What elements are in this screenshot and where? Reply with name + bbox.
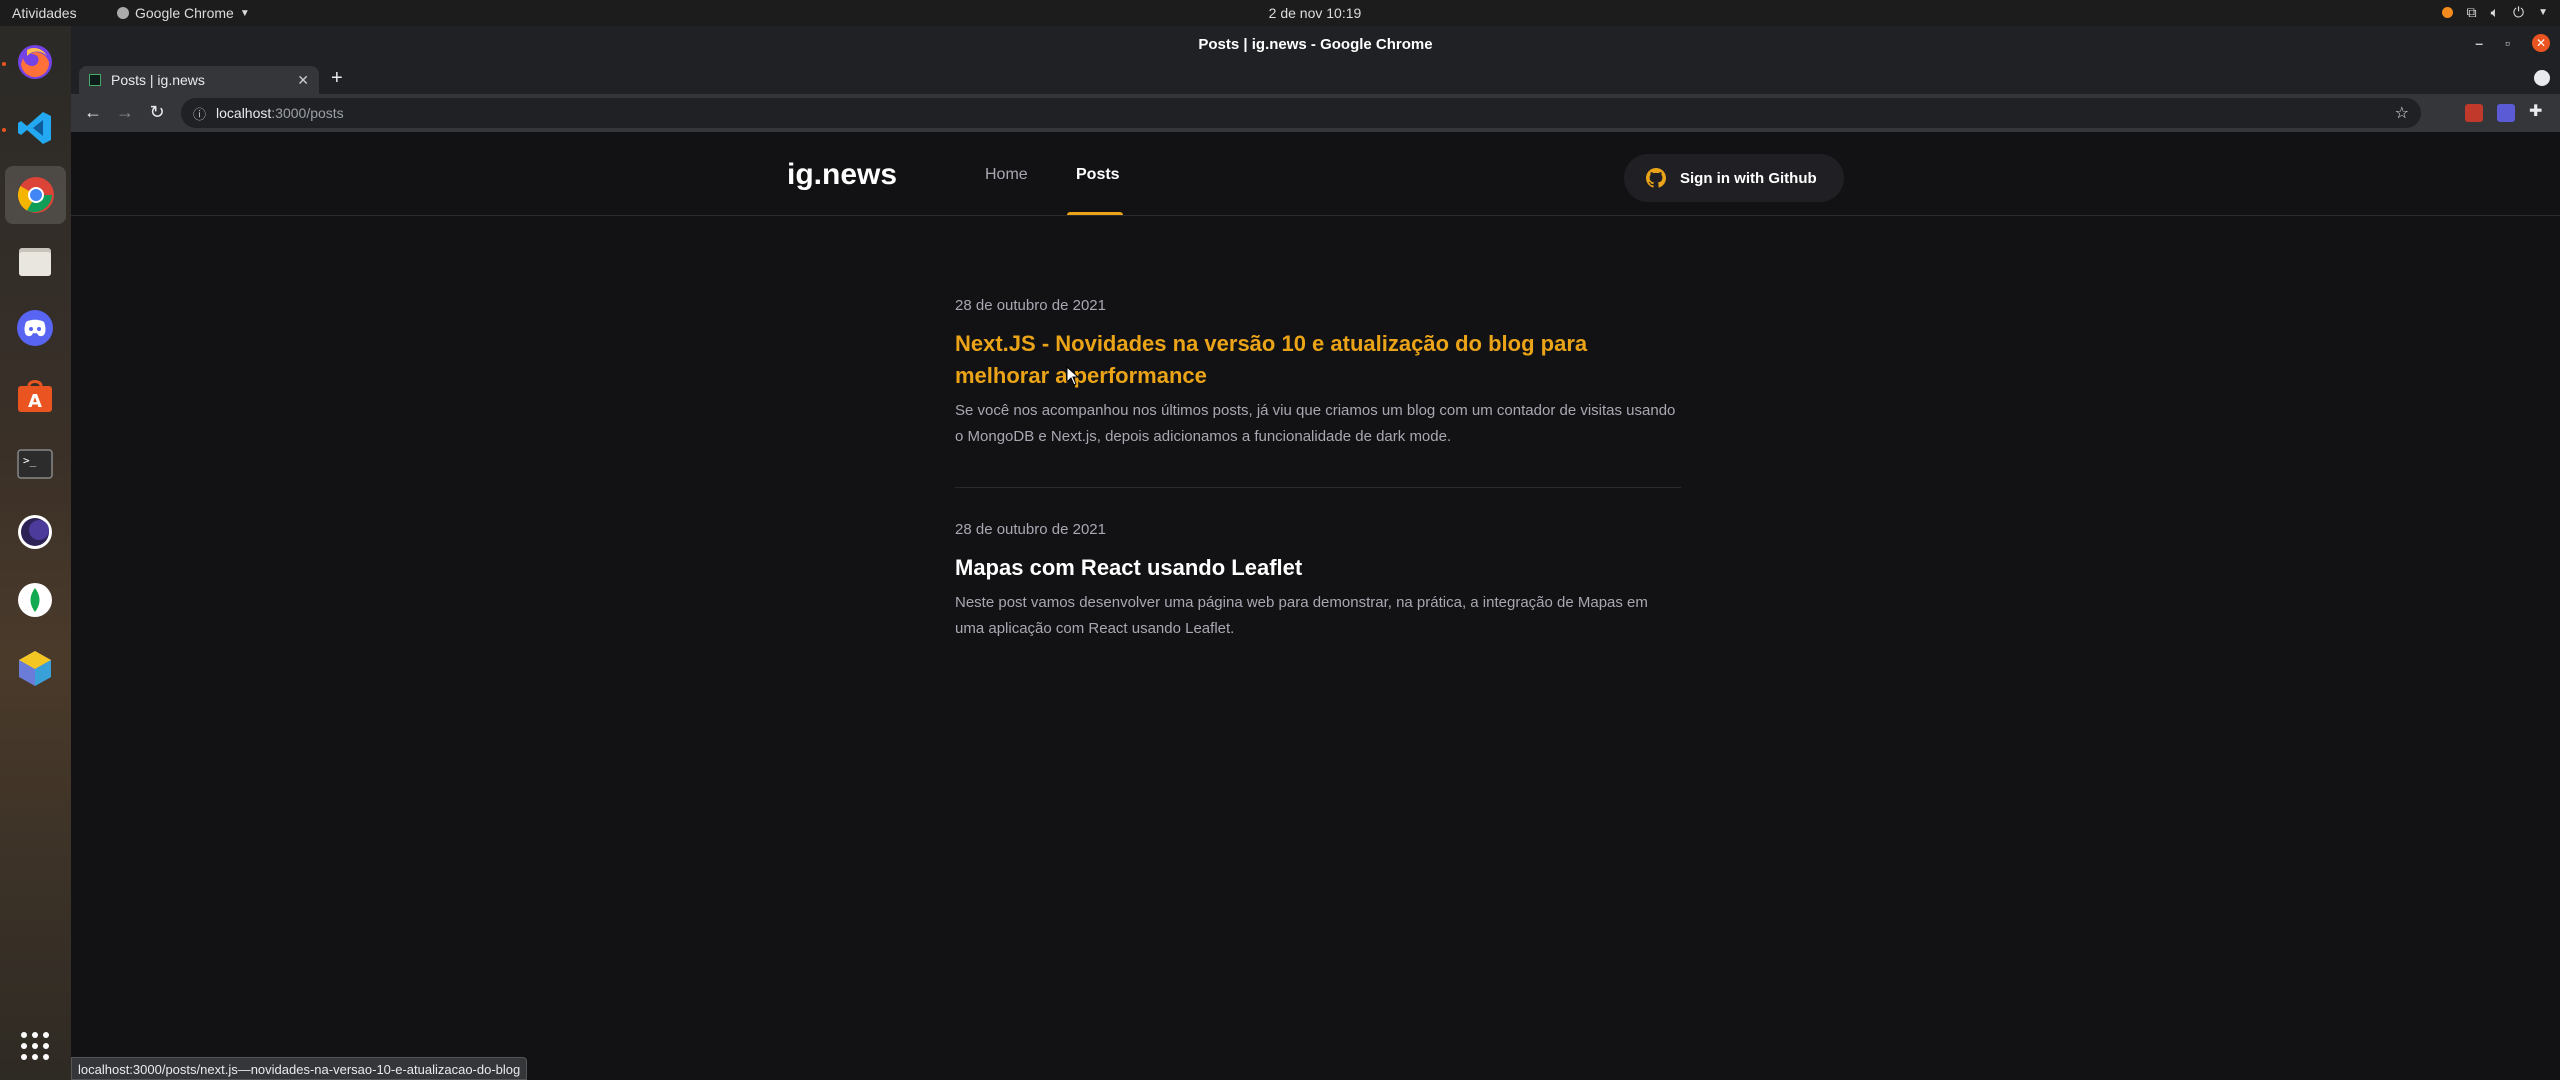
restore-button[interactable]: ▫ bbox=[2505, 35, 2510, 51]
tab-close-icon[interactable]: ✕ bbox=[297, 72, 309, 89]
nav-home[interactable]: Home bbox=[985, 166, 1028, 184]
caret-down-icon: ▼ bbox=[2538, 7, 2548, 18]
network-icon: ⧉ bbox=[2466, 4, 2477, 20]
post-excerpt: Se você nos acompanhou nos últimos posts… bbox=[955, 402, 1676, 445]
running-indicator bbox=[2, 128, 6, 132]
reload-button[interactable]: ↻ bbox=[143, 102, 171, 123]
extension-icon[interactable] bbox=[2465, 104, 2483, 122]
github-icon bbox=[1646, 168, 1666, 188]
browser-toolbar: ← → ↻ ⓘ localhost :3000/posts ☆ ✚ ⋮ bbox=[71, 94, 2560, 132]
clock[interactable]: 2 de nov 10:19 bbox=[0, 5, 2560, 21]
mouse-pointer-icon bbox=[1066, 366, 1080, 386]
sequel-icon[interactable] bbox=[13, 646, 57, 690]
post-excerpt: Neste post vamos desenvolver uma página … bbox=[955, 594, 1648, 637]
site-logo[interactable]: ig.news bbox=[787, 158, 897, 192]
site-header: ig.news Home Posts Sign in with Github bbox=[71, 132, 2560, 216]
chrome-icon[interactable] bbox=[5, 166, 66, 224]
link-status-bubble: localhost:3000/posts/next.js—novidades-n… bbox=[71, 1057, 528, 1080]
address-bar[interactable]: ⓘ localhost :3000/posts ☆ bbox=[181, 98, 2421, 128]
app-grid-icon[interactable] bbox=[13, 1024, 57, 1068]
running-indicator bbox=[2, 62, 6, 66]
post-date: 28 de outubro de 2021 bbox=[955, 521, 1106, 538]
tab-search-icon[interactable] bbox=[2534, 70, 2550, 86]
forward-button[interactable]: → bbox=[111, 102, 139, 123]
svg-text:>_: >_ bbox=[23, 454, 37, 467]
web-page: ig.news Home Posts Sign in with Github 2… bbox=[71, 132, 2560, 1080]
close-button[interactable]: ✕ bbox=[2532, 34, 2550, 52]
mongodb-compass-icon[interactable] bbox=[13, 578, 57, 622]
power-icon: ⏻ bbox=[2513, 4, 2525, 20]
post-date: 28 de outubro de 2021 bbox=[955, 297, 1106, 314]
sign-in-label: Sign in with Github bbox=[1680, 169, 1817, 187]
notification-dot-icon bbox=[2441, 7, 2453, 18]
extensions-puzzle-icon[interactable]: ✚ bbox=[2529, 101, 2547, 120]
url-path: :3000/posts bbox=[271, 105, 344, 121]
eclipse-icon[interactable] bbox=[13, 510, 57, 554]
system-top-bar: Atividades Google Chrome ▼ 2 de nov 10:1… bbox=[0, 0, 2560, 26]
extension-icon[interactable] bbox=[2497, 104, 2515, 122]
window-controls: – ▫ ✕ bbox=[2475, 34, 2550, 52]
nav-posts[interactable]: Posts bbox=[1076, 166, 1120, 184]
nav-active-indicator bbox=[1067, 212, 1123, 215]
tab-title: Posts | ig.news bbox=[111, 72, 205, 88]
sign-in-github-button[interactable]: Sign in with Github bbox=[1624, 154, 1844, 202]
dock: A >_ bbox=[0, 26, 71, 1080]
post-card[interactable]: 28 de outubro de 2021 Next.JS - Novidade… bbox=[955, 297, 1681, 450]
favicon-icon bbox=[89, 74, 101, 86]
post-card[interactable]: 28 de outubro de 2021 Mapas com React us… bbox=[955, 521, 1681, 642]
minimize-button[interactable]: – bbox=[2475, 35, 2483, 51]
firefox-icon[interactable] bbox=[13, 40, 57, 84]
info-icon[interactable]: ⓘ bbox=[193, 104, 206, 123]
post-title-link[interactable]: Mapas com React usando Leaflet bbox=[955, 552, 1681, 584]
files-icon[interactable] bbox=[13, 240, 57, 284]
back-button[interactable]: ← bbox=[79, 102, 107, 123]
system-tray[interactable]: ⧉ 🔈︎ ⏻ ▼ bbox=[2441, 4, 2548, 21]
window-title: Posts | ig.news - Google Chrome bbox=[1198, 36, 1433, 53]
post-divider bbox=[955, 487, 1681, 488]
tab-strip: Posts | ig.news ✕ + bbox=[71, 64, 2560, 94]
svg-text:A: A bbox=[28, 391, 42, 412]
vscode-icon[interactable] bbox=[13, 106, 57, 150]
url-host: localhost bbox=[216, 105, 272, 121]
browser-title-bar: Posts | ig.news - Google Chrome – ▫ ✕ bbox=[71, 26, 2560, 64]
post-title-link[interactable]: Next.JS - Novidades na versão 10 e atual… bbox=[955, 328, 1681, 392]
volume-icon: 🔈︎ bbox=[2490, 4, 2500, 20]
discord-icon[interactable] bbox=[13, 306, 57, 350]
bookmark-star-icon[interactable]: ☆ bbox=[2395, 103, 2409, 123]
app-center-icon[interactable]: A bbox=[13, 374, 57, 418]
terminal-icon[interactable]: >_ bbox=[13, 442, 57, 486]
tab-posts[interactable]: Posts | ig.news ✕ bbox=[79, 66, 319, 94]
new-tab-button[interactable]: + bbox=[331, 67, 343, 90]
